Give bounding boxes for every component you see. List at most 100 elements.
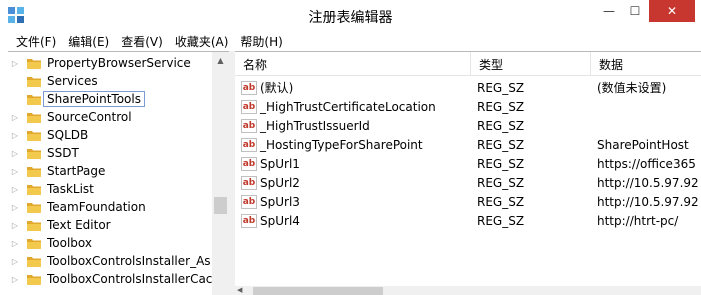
value-name-cell: ab _HighTrustIssuerId <box>241 116 370 135</box>
tree-item-label: Services <box>47 74 98 88</box>
folder-icon <box>27 112 41 123</box>
close-icon: ✕ <box>666 4 678 18</box>
minimize-button[interactable]: — <box>597 0 621 22</box>
tree-item[interactable]: ▷ SourceControl <box>8 108 213 126</box>
menu-file[interactable]: 文件(F) <box>16 33 56 50</box>
value-row[interactable]: ab SpUrl1 REG_SZ https://office365 <box>235 154 701 173</box>
minimize-icon: — <box>603 4 615 18</box>
value-type: REG_SZ <box>477 118 525 133</box>
value-row[interactable]: ab SpUrl2 REG_SZ http://10.5.97.92 <box>235 173 701 192</box>
expand-arrow-icon[interactable]: ▷ <box>10 234 20 252</box>
tree-item[interactable]: ▷ TaskList <box>8 180 213 198</box>
tree-item[interactable]: SharePointTools <box>8 90 213 108</box>
tree-item-label: SourceControl <box>47 110 132 124</box>
value-row[interactable]: ab SpUrl3 REG_SZ http://10.5.97.92 <box>235 192 701 211</box>
value-list: 名称 类型 数据 ab (默认) REG_SZ (数值未设置) ab _HighTrust… <box>235 51 701 295</box>
expand-arrow-icon[interactable]: ▷ <box>10 270 20 288</box>
tree-item-label: SQLDB <box>47 128 89 142</box>
maximize-icon: ☐ <box>629 4 641 18</box>
scroll-up-icon[interactable]: ▲ <box>212 52 229 69</box>
string-value-icon: ab <box>241 118 257 133</box>
key-tree: ▷ PropertyBrowserService Services SharePoin… <box>8 51 229 295</box>
value-data: (数值未设置) <box>597 81 667 95</box>
value-data: http://10.5.97.92 <box>597 175 699 190</box>
tree-vertical-scrollbar[interactable]: ▲ <box>212 52 229 295</box>
value-name-cell: ab _HostingTypeForSharePoint <box>241 135 423 154</box>
value-row[interactable]: ab SpUrl4 REG_SZ http://htrt-pc/ <box>235 211 701 230</box>
expand-arrow-icon[interactable]: ▷ <box>10 252 20 270</box>
menu-favorites[interactable]: 收藏夹(A) <box>175 33 229 50</box>
tree-item[interactable]: ▷ ToolboxControlsInstallerCac <box>8 270 213 288</box>
folder-icon <box>27 76 41 87</box>
value-type: REG_SZ <box>477 175 525 190</box>
value-row[interactable]: ab _HighTrustIssuerId REG_SZ <box>235 116 701 135</box>
tree-item[interactable]: ▷ Toolbox <box>8 234 213 252</box>
expand-arrow-icon[interactable]: ▷ <box>10 108 20 126</box>
tree-item-label: StartPage <box>47 164 106 178</box>
value-name-cell: ab SpUrl3 <box>241 192 300 211</box>
expand-arrow-icon[interactable]: ▷ <box>10 144 20 162</box>
value-name-cell: ab SpUrl2 <box>241 173 300 192</box>
tree-item[interactable]: Services <box>8 72 213 90</box>
value-type: REG_SZ <box>477 99 525 114</box>
value-type: REG_SZ <box>477 137 525 152</box>
value-data: http://10.5.97.92 <box>597 194 699 209</box>
string-value-icon: ab <box>241 194 257 209</box>
column-header-type[interactable]: 类型 <box>471 52 591 76</box>
string-value-icon: ab <box>241 175 257 190</box>
value-row[interactable]: ab _HostingTypeForSharePoint REG_SZ SharePo… <box>235 135 701 154</box>
scrollbar-thumb[interactable] <box>214 197 227 214</box>
value-type: REG_SZ <box>477 80 525 95</box>
value-name: _HighTrustIssuerId <box>260 118 370 133</box>
folder-icon <box>27 202 41 213</box>
folder-icon <box>27 130 41 141</box>
value-row[interactable]: ab _HighTrustCertificateLocation REG_SZ <box>235 97 701 116</box>
tree-item[interactable]: ▷ PropertyBrowserService <box>8 54 213 72</box>
maximize-button[interactable]: ☐ <box>621 0 649 22</box>
tree-item[interactable]: ▷ Text Editor <box>8 216 213 234</box>
value-name: SpUrl2 <box>260 175 300 190</box>
value-row[interactable]: ab (默认) REG_SZ (数值未设置) <box>235 78 701 97</box>
list-horizontal-scrollbar[interactable]: ◀ <box>235 286 701 295</box>
string-value-icon: ab <box>241 99 257 114</box>
tree-item-label: SSDT <box>47 146 79 160</box>
scrollbar-thumb[interactable] <box>253 287 383 295</box>
value-name: _HostingTypeForSharePoint <box>260 137 423 152</box>
value-name-cell: ab (默认) <box>241 78 293 97</box>
close-button[interactable]: ✕ <box>649 0 695 22</box>
tree-item[interactable]: ▷ SQLDB <box>8 126 213 144</box>
tree-item-label: ToolboxControlsInstaller_As <box>47 254 211 268</box>
value-data: http://htrt-pc/ <box>597 213 679 228</box>
folder-icon <box>27 238 41 249</box>
scroll-left-icon[interactable]: ◀ <box>237 286 242 294</box>
tree-item-label: Text Editor <box>47 218 111 232</box>
expand-arrow-icon[interactable]: ▷ <box>10 162 20 180</box>
tree-item[interactable]: ▷ SSDT <box>8 144 213 162</box>
folder-icon <box>27 166 41 177</box>
tree-item[interactable]: ▷ TeamFoundation <box>8 198 213 216</box>
folder-icon <box>27 94 41 105</box>
value-name: _HighTrustCertificateLocation <box>260 99 436 114</box>
tree-item[interactable]: ▷ ToolboxControlsInstaller_As <box>8 252 213 270</box>
expand-arrow-icon[interactable]: ▷ <box>10 180 20 198</box>
string-value-icon: ab <box>241 80 257 95</box>
value-type: REG_SZ <box>477 194 525 209</box>
value-name: SpUrl3 <box>260 194 300 209</box>
menu-edit[interactable]: 编辑(E) <box>68 33 109 50</box>
value-name: SpUrl1 <box>260 156 300 171</box>
menu-view[interactable]: 查看(V) <box>121 33 163 50</box>
folder-icon <box>27 148 41 159</box>
value-data: https://office365 <box>597 156 696 171</box>
folder-icon <box>27 274 41 285</box>
tree-item[interactable]: ▷ StartPage <box>8 162 213 180</box>
expand-arrow-icon[interactable]: ▷ <box>10 198 20 216</box>
menu-help[interactable]: 帮助(H) <box>240 33 282 50</box>
expand-arrow-icon[interactable]: ▷ <box>10 54 20 72</box>
expand-arrow-icon[interactable]: ▷ <box>10 126 20 144</box>
value-name-cell: ab _HighTrustCertificateLocation <box>241 97 436 116</box>
expand-arrow-icon[interactable]: ▷ <box>10 216 20 234</box>
column-header-name[interactable]: 名称 <box>235 52 471 76</box>
value-type: REG_SZ <box>477 156 525 171</box>
column-header-data[interactable]: 数据 <box>591 52 701 76</box>
title-bar: 注册表编辑器 — ☐ ✕ <box>0 0 701 31</box>
